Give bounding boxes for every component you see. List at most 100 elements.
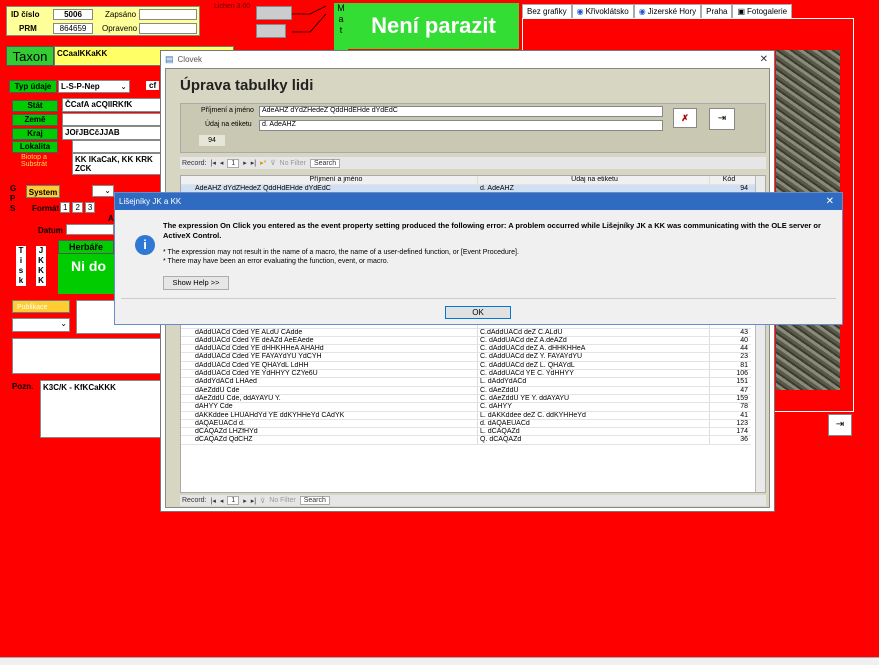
gps-letter: P xyxy=(10,194,16,203)
cell-kod: 43 xyxy=(740,328,748,336)
jkkk-letter: J xyxy=(38,246,44,255)
kraj-button[interactable]: Kraj xyxy=(12,128,58,140)
tab-krivoklatsko[interactable]: ◉ Křivoklátsko xyxy=(571,4,634,19)
cell-name: dAddYdACd LHAed xyxy=(181,378,478,386)
tab-label: Křivoklátsko xyxy=(585,7,629,16)
search-field[interactable]: Search xyxy=(309,158,341,168)
herbar-button[interactable]: Herbáře xyxy=(58,240,114,254)
nav-new-icon[interactable]: ▸* xyxy=(260,159,266,167)
table-row[interactable]: dAddYdACd LHAed L. dAddYdACd 151 xyxy=(181,378,751,387)
prijmeni-field[interactable]: AdeAHZ dYdZHedeZ QddHdEHde dYdEdC xyxy=(259,106,663,117)
nav-first-icon[interactable]: |◂ xyxy=(211,159,216,167)
tab-label: Jizerské Hory xyxy=(647,7,697,16)
zeme-button[interactable]: Země xyxy=(12,114,58,126)
cell-kod: 174 xyxy=(736,428,748,436)
table-row[interactable]: dCAQAZd QdCHZ Q. dCAQAZd 36 xyxy=(181,436,751,445)
table-row[interactable]: dAHYY Cde C. dAHYY 78 xyxy=(181,403,751,412)
biotop-field[interactable]: KK lKaCaK, KK KRK ZCK xyxy=(72,153,162,175)
table-row[interactable]: dAeZddU Cde C. dAeZddU 47 xyxy=(181,386,751,395)
typ-udaje-value: L-S-P-Nep xyxy=(61,82,100,91)
nav-next-icon[interactable]: ▸ xyxy=(243,159,247,167)
zapsano-label: Zapsáno xyxy=(105,10,137,19)
publikace-select[interactable]: ⌄ xyxy=(12,318,70,332)
table-row[interactable]: dAddUACd Cded YE QHAYdL LdHH C. dAddUACd … xyxy=(181,361,751,371)
stat-button[interactable]: Stát xyxy=(12,100,58,112)
table-row[interactable]: dCAQAZd LHZfHYd L. dCAQAZd 174 xyxy=(181,428,751,437)
chevron-down-icon: ⌄ xyxy=(104,186,111,195)
table-row[interactable]: dAddUACd Cded YE dHHKHHeA AHAHd C. dAddUA… xyxy=(181,345,751,354)
zeme-field[interactable] xyxy=(62,113,162,126)
format-option-3[interactable]: 3 xyxy=(84,202,96,213)
tab-praha[interactable]: Praha xyxy=(701,4,733,19)
typ-udaje-select[interactable]: L-S-P-Nep ⌄ xyxy=(58,80,130,93)
nav-prev-icon[interactable]: ◂ xyxy=(220,159,224,167)
table-row[interactable]: dAddUACd Cded YE YdHHYY CZYe6U C. dAddUAC… xyxy=(181,370,751,379)
cell-udaj: C. dAddUACd deZ A.déAZd xyxy=(478,336,710,345)
jkkk-letters: J K K K xyxy=(36,246,46,286)
grid-rows: dAddUACd CdedC. dAddUACd8dAddUACd Cded Y… xyxy=(181,312,751,445)
exit-button-right[interactable]: ⇥ xyxy=(828,414,852,436)
record-number[interactable]: 1 xyxy=(227,158,240,168)
no-filter-label[interactable]: No Filter xyxy=(269,497,295,504)
biotop-label: Biotop a Substrát xyxy=(20,154,48,168)
tab-fotogalerie[interactable]: ▣ Fotogalerie xyxy=(732,4,793,19)
no-filter-label[interactable]: No Filter xyxy=(280,160,306,167)
col-header-name[interactable]: Příjmení a jméno xyxy=(181,176,478,184)
error-divider xyxy=(121,298,836,299)
nav-first-icon[interactable]: |◂ xyxy=(211,497,216,505)
sort-button-2[interactable] xyxy=(256,24,286,38)
cell-kod: 159 xyxy=(736,394,748,402)
stat-field[interactable]: ČCafA aCQllRKfK xyxy=(62,98,162,112)
delete-record-button[interactable]: ✗ xyxy=(673,108,697,128)
map-tabs: Bez grafiky ◉ Křivoklátsko ◉ Jizerské Hory… xyxy=(522,4,793,19)
lokalita-button[interactable]: Lokalita xyxy=(12,141,58,153)
tab-bez-grafiky[interactable]: Bez grafiky xyxy=(522,4,572,19)
extra-notes[interactable] xyxy=(12,338,162,374)
datum-field[interactable] xyxy=(66,224,114,235)
publikace-label: Publikace xyxy=(12,300,70,313)
table-row[interactable]: dAQAEUACd d. d. dAQAEUACd 123 xyxy=(181,419,751,429)
cell-kod: 40 xyxy=(740,336,748,344)
detail-panel: Příjmení a jméno AdeAHZ dYdZHedeZ QddHdE… xyxy=(180,103,766,153)
sort-button-1[interactable] xyxy=(256,6,292,20)
table-row[interactable]: dAKKddee LHUAHdYd YE ddKYHHeYd CAdYK L. d… xyxy=(181,411,751,420)
format-option-1[interactable]: 1 xyxy=(60,202,71,213)
error-bullet-1: * The expression may not result in the n… xyxy=(163,249,519,256)
udaj-field[interactable]: d. AdeAHZ xyxy=(259,120,663,131)
mat-strip: M a t xyxy=(334,3,348,51)
system-select[interactable]: ⌄ xyxy=(92,185,114,197)
mat-letter-a: a xyxy=(338,14,344,24)
kraj-field[interactable]: JOřJBCčJJAB xyxy=(62,126,162,140)
table-row[interactable]: dAeZddU Cde, ddAYAYU Y. C. dAeZddU YE Y. … xyxy=(181,394,751,404)
tab-jizerske-hory[interactable]: ◉ Jizerské Hory xyxy=(633,4,702,19)
table-row[interactable]: dAddUACd Cded YE déAZd AeEAede C. dAddUAC… xyxy=(181,336,751,346)
globe-icon: ◉ xyxy=(576,7,584,16)
zapsano-field[interactable] xyxy=(139,9,197,20)
nav-next-icon[interactable]: ▸ xyxy=(243,497,247,505)
exit-form-button[interactable]: ⇥ xyxy=(709,108,735,130)
format-option-2[interactable]: 2 xyxy=(72,202,83,213)
id-value[interactable]: 5006 xyxy=(53,9,93,20)
search-field[interactable]: Search xyxy=(299,496,330,505)
cell-kod: 36 xyxy=(740,436,748,444)
close-icon[interactable]: ✕ xyxy=(760,54,768,65)
cell-kod: 106 xyxy=(736,370,748,378)
ok-button[interactable]: OK xyxy=(445,306,511,319)
close-icon[interactable]: ✕ xyxy=(826,196,834,207)
pozn-field[interactable]: K3C/K - KfKCaKKK xyxy=(40,380,162,438)
camera-icon: ▣ xyxy=(737,7,746,16)
record-number[interactable]: 1 xyxy=(227,496,240,505)
table-row[interactable]: dAddUACd Cded YE ALdU CAdde C.dAddUACd de… xyxy=(181,328,751,337)
col-header-kod[interactable]: Kód xyxy=(710,176,750,184)
lokalita-field[interactable] xyxy=(72,140,162,153)
opraveno-field[interactable] xyxy=(139,23,197,34)
col-header-udaj[interactable]: Údaj na etiketu xyxy=(478,176,710,184)
prm-value[interactable]: 864659 xyxy=(53,23,93,34)
show-help-button[interactable]: Show Help >> xyxy=(163,276,229,290)
record-nav-top: Record: |◂ ◂ 1 ▸ ▸| ▸* ⊽ No Filter Searc… xyxy=(180,157,766,169)
nav-last-icon[interactable]: ▸| xyxy=(251,497,256,505)
cell-udaj: C. dAddUACd deZ L. QHAYdL xyxy=(478,361,710,370)
table-row[interactable]: dAddUACd Cded YE FAYAYdYU YdCYH C. dAddUA… xyxy=(181,353,751,362)
nav-prev-icon[interactable]: ◂ xyxy=(220,497,224,505)
nav-last-icon[interactable]: ▸| xyxy=(251,159,256,167)
